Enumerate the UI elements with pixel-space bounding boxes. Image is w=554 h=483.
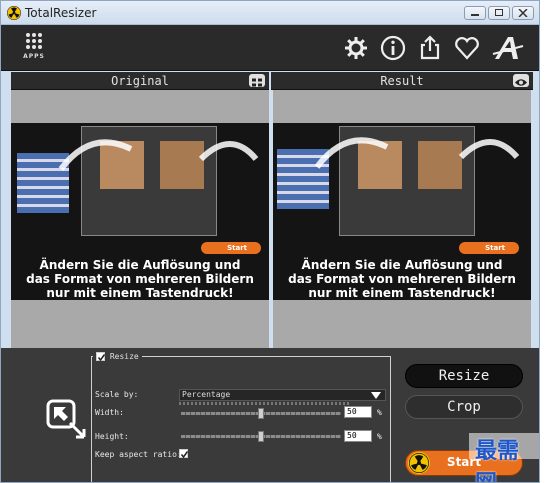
share-icon[interactable] [416,34,444,62]
promo-image-result: Start Ändern Sie die Auflösung und das F… [273,123,531,300]
width-slider-thumb[interactable] [258,408,264,419]
scale-divider [179,402,349,405]
width-slider[interactable] [181,408,341,419]
promo-line-2: das Format von mehreren Bildern [26,272,254,286]
font-a-logo-icon[interactable] [492,34,524,62]
close-button[interactable] [512,6,534,20]
scale-by-value: Percentage [182,390,231,399]
scale-by-select[interactable]: Percentage [179,389,386,401]
site-watermark: 最需网 [475,439,520,482]
crop-button[interactable]: Crop [405,395,523,419]
heart-icon[interactable] [453,34,481,62]
promo-start-badge: Start [201,242,261,254]
app-window: TotalResizer APPS Original Result Start … [0,0,540,483]
window-title: TotalResizer [25,6,97,20]
original-image-preview: Start Ändern Sie die Auflösung und das F… [11,90,269,348]
keep-aspect-label: Keep aspect ratio: [95,450,182,459]
resize-group-legend: Resize [93,352,142,362]
info-icon[interactable] [379,34,407,62]
arrow-swoosh-result-icon [314,137,520,169]
width-unit: % [377,408,382,417]
gear-icon[interactable] [342,34,370,62]
scale-by-label: Scale by: [95,390,139,399]
radiation-app-icon [7,6,21,20]
promo-line-1-result: Ändern Sie die Auflösung und [301,258,503,272]
original-pane-header: Original [11,72,269,90]
promo-line-1: Ändern Sie die Auflösung und [39,258,241,272]
main-toolbar: APPS [1,25,539,71]
result-pane-title: Result [380,74,424,88]
result-image-preview: Start Ändern Sie die Auflösung und das F… [273,90,531,348]
height-slider[interactable] [181,431,341,442]
apps-grid-icon [26,33,42,49]
promo-line-3-result: nur mit einem Tastendruck! [308,286,496,300]
drag-resize-icon [46,399,86,439]
keep-aspect-checkbox[interactable] [179,449,189,459]
eye-preview-icon[interactable] [513,74,529,87]
resize-group-title: Resize [109,352,139,361]
height-input[interactable]: 50 [344,430,372,442]
resize-button[interactable]: Resize [405,364,523,388]
compare-toggle-icon[interactable] [249,74,265,87]
height-slider-thumb[interactable] [258,431,264,442]
resize-group-box [91,356,391,482]
promo-line-2-result: das Format von mehreren Bildern [288,272,516,286]
arrow-swoosh-icon [58,139,259,171]
apps-label: APPS [23,53,45,60]
chevron-down-icon [371,392,381,399]
maximize-button[interactable] [488,6,510,20]
apps-button[interactable]: APPS [19,31,49,65]
width-label: Width: [95,408,124,417]
promo-image: Start Ändern Sie die Auflösung und das F… [11,123,269,300]
minimize-button[interactable] [464,6,486,20]
height-label: Height: [95,432,129,441]
result-pane-header: Result [271,72,533,90]
promo-start-badge-result: Start [459,242,519,254]
height-unit: % [377,432,382,441]
width-input[interactable]: 50 [344,406,372,418]
resize-enable-checkbox[interactable] [96,352,106,362]
original-pane-title: Original [111,74,169,88]
title-bar: TotalResizer [1,1,539,25]
promo-line-3: nur mit einem Tastendruck! [46,286,234,300]
